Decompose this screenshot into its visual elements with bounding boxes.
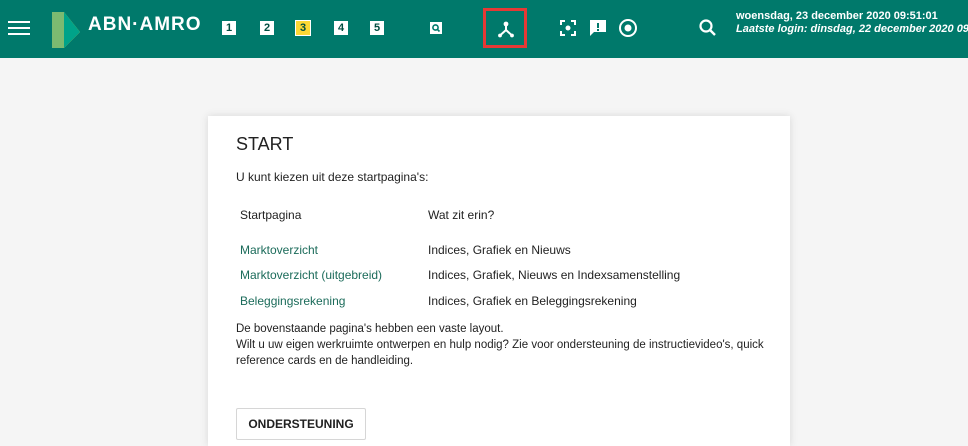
top-bar: ABN·AMRO 1 2 3 4 5 woensdag, 23 december… [0, 0, 968, 58]
record-icon[interactable] [614, 14, 642, 42]
row-content: Indices, Grafiek en Beleggingsrekening [428, 294, 637, 308]
row-content: Indices, Grafiek en Nieuws [428, 243, 571, 257]
workspace-5-button[interactable]: 5 [370, 21, 384, 35]
column-header-content: Wat zit erin? [428, 208, 495, 222]
link-beleggingsrekening[interactable]: Beleggingsrekening [240, 294, 345, 308]
brand-name: ABN·AMRO [88, 14, 202, 35]
ondersteuning-button[interactable]: ONDERSTEUNING [236, 408, 366, 440]
datetime-display: woensdag, 23 december 2020 09:51:01 Laat… [736, 10, 968, 36]
layout-note: De bovenstaande pagina's hebben een vast… [236, 321, 776, 369]
note-line-1: De bovenstaande pagina's hebben een vast… [236, 323, 504, 335]
start-card: START U kunt kiezen uit deze startpagina… [208, 116, 790, 446]
focus-icon[interactable] [554, 14, 582, 42]
link-marktoverzicht[interactable]: Marktoverzicht [240, 243, 318, 257]
workspace-4-button[interactable]: 4 [334, 21, 348, 35]
workspace-search-icon[interactable] [424, 16, 448, 40]
search-icon[interactable] [694, 14, 722, 42]
column-header-startpagina: Startpagina [240, 208, 302, 222]
abn-amro-shield-icon [52, 12, 80, 48]
workspace-3-button[interactable]: 3 [295, 20, 311, 36]
last-login: Laatste login: dinsdag, 22 december 2020… [736, 23, 968, 35]
menu-icon[interactable] [8, 17, 30, 39]
workspace-2-button[interactable]: 2 [260, 21, 274, 35]
abn-amro-logo: ABN·AMRO [50, 8, 201, 50]
hierarchy-icon[interactable] [492, 14, 520, 42]
start-title: START [236, 134, 294, 154]
note-line-2: Wilt u uw eigen werkruimte ontwerpen en … [236, 339, 764, 367]
current-datetime: woensdag, 23 december 2020 09:51:01 [736, 10, 938, 22]
feedback-icon[interactable] [584, 14, 612, 42]
workspace-1-button[interactable]: 1 [222, 21, 236, 35]
row-content: Indices, Grafiek, Nieuws en Indexsamenst… [428, 268, 681, 282]
start-intro: U kunt kiezen uit deze startpagina's: [236, 170, 429, 184]
link-marktoverzicht-uitgebreid[interactable]: Marktoverzicht (uitgebreid) [240, 268, 382, 282]
